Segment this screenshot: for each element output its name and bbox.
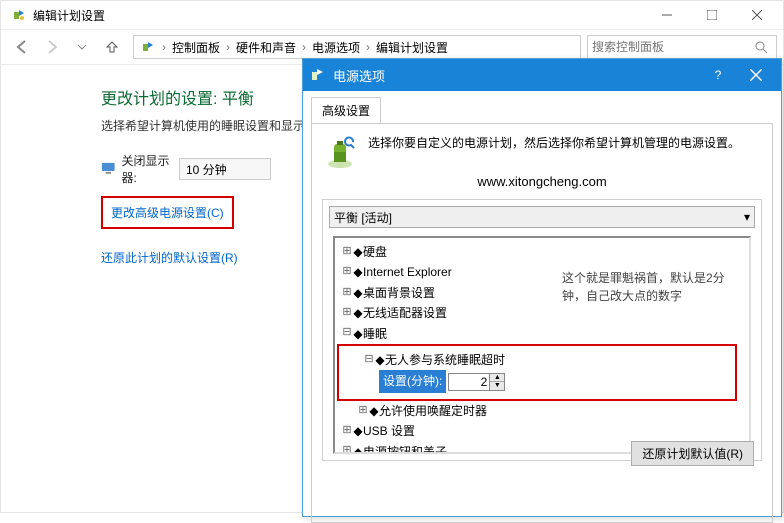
back-button[interactable] — [7, 32, 37, 62]
breadcrumb[interactable]: › 控制面板 › 硬件和声音 › 电源选项 › 编辑计划设置 — [133, 35, 581, 59]
tree-unattended[interactable]: ⊟◆无人参与系统睡眠超时 — [363, 350, 731, 370]
plan-select[interactable]: 平衡 [活动] ▾ — [329, 206, 755, 228]
tree-sleep[interactable]: ⊟◆睡眠 — [341, 324, 743, 344]
search-input[interactable] — [592, 40, 754, 54]
tree-hdd[interactable]: ⊞◆硬盘 — [341, 242, 743, 262]
dialog-close-button[interactable] — [737, 59, 775, 91]
dialog-body: 高级设置 选择你要自定义的电源计划，然后选择你希望计算机管理的电源设置。 www… — [303, 91, 781, 516]
dialog-titlebar: 电源选项 ? — [303, 59, 781, 91]
setting-spinner[interactable]: ▲ ▼ — [448, 373, 505, 391]
tree-wireless[interactable]: ⊞◆无线适配器设置 — [341, 303, 743, 323]
highlight-box-advanced: 更改高级电源设置(C) — [101, 196, 234, 229]
setting-label: 设置(分钟): — [379, 370, 446, 392]
up-button[interactable] — [97, 32, 127, 62]
spinner-down-icon[interactable]: ▼ — [490, 382, 504, 390]
dialog-desc: 选择你要自定义的电源计划，然后选择你希望计算机管理的电源设置。 — [368, 134, 740, 152]
dropdown-arrow-icon: ▾ — [744, 210, 750, 224]
app-icon — [11, 7, 27, 23]
forward-button[interactable] — [37, 32, 67, 62]
spinner-up-icon[interactable]: ▲ — [490, 374, 504, 382]
window-title: 编辑计划设置 — [33, 7, 644, 24]
power-options-dialog: 电源选项 ? 高级设置 选择你要自定义的电源计划，然后选择你希望计算机管理的电源… — [302, 58, 782, 517]
battery-icon — [322, 134, 358, 170]
expander-minus-icon[interactable]: ⊟ — [341, 324, 353, 343]
setting-value-input[interactable] — [449, 374, 489, 390]
monitor-icon — [101, 161, 116, 177]
display-off-select[interactable]: 10 分钟 — [179, 158, 271, 180]
advanced-power-link[interactable]: 更改高级电源设置(C) — [111, 204, 224, 221]
search-icon[interactable] — [754, 40, 768, 54]
maximize-button[interactable] — [689, 1, 734, 29]
titlebar: 编辑计划设置 — [1, 1, 783, 29]
crumb-root[interactable]: 控制面板 — [168, 39, 224, 56]
crumb-edit[interactable]: 编辑计划设置 — [372, 39, 452, 56]
crumb-power[interactable]: 电源选项 — [308, 39, 364, 56]
tab-content: 选择你要自定义的电源计划，然后选择你希望计算机管理的电源设置。 www.xito… — [311, 123, 773, 523]
history-dropdown[interactable] — [67, 32, 97, 62]
dialog-url: www.xitongcheng.com — [322, 174, 762, 189]
minimize-button[interactable] — [644, 1, 689, 29]
expander-plus-icon[interactable]: ⊞ — [341, 243, 353, 262]
display-off-label: 关闭显示器: — [122, 152, 179, 186]
dialog-icon — [309, 66, 327, 84]
tree-wake-timer[interactable]: ⊞◆允许使用唤醒定时器 — [341, 401, 743, 421]
dialog-help-button[interactable]: ? — [699, 59, 737, 91]
tree-usb[interactable]: ⊞◆USB 设置 — [341, 421, 743, 441]
plan-group: 平衡 [活动] ▾ ⊞◆硬盘 ⊞◆Internet Explorer ⊞◆桌面背… — [322, 199, 762, 461]
annotation-text: 这个就是罪魁祸首，默认是2分钟，自己改大点的数字 — [562, 269, 742, 305]
tab-strip: 高级设置 — [311, 97, 773, 123]
plan-select-value: 平衡 [活动] — [334, 209, 392, 226]
highlight-box-unattended: ⊟◆无人参与系统睡眠超时 设置(分钟): ▲ ▼ — [337, 344, 737, 401]
breadcrumb-icon — [140, 39, 156, 55]
restore-plan-defaults-button[interactable]: 还原计划默认值(R) — [631, 441, 754, 466]
search-box[interactable] — [587, 35, 777, 59]
close-button[interactable] — [734, 1, 779, 29]
tree-setting-row: 设置(分钟): ▲ ▼ — [363, 370, 731, 392]
tab-advanced[interactable]: 高级设置 — [311, 97, 381, 123]
breadcrumb-sep: › — [160, 40, 168, 54]
crumb-hw[interactable]: 硬件和声音 — [232, 39, 300, 56]
dialog-title: 电源选项 — [333, 66, 699, 85]
